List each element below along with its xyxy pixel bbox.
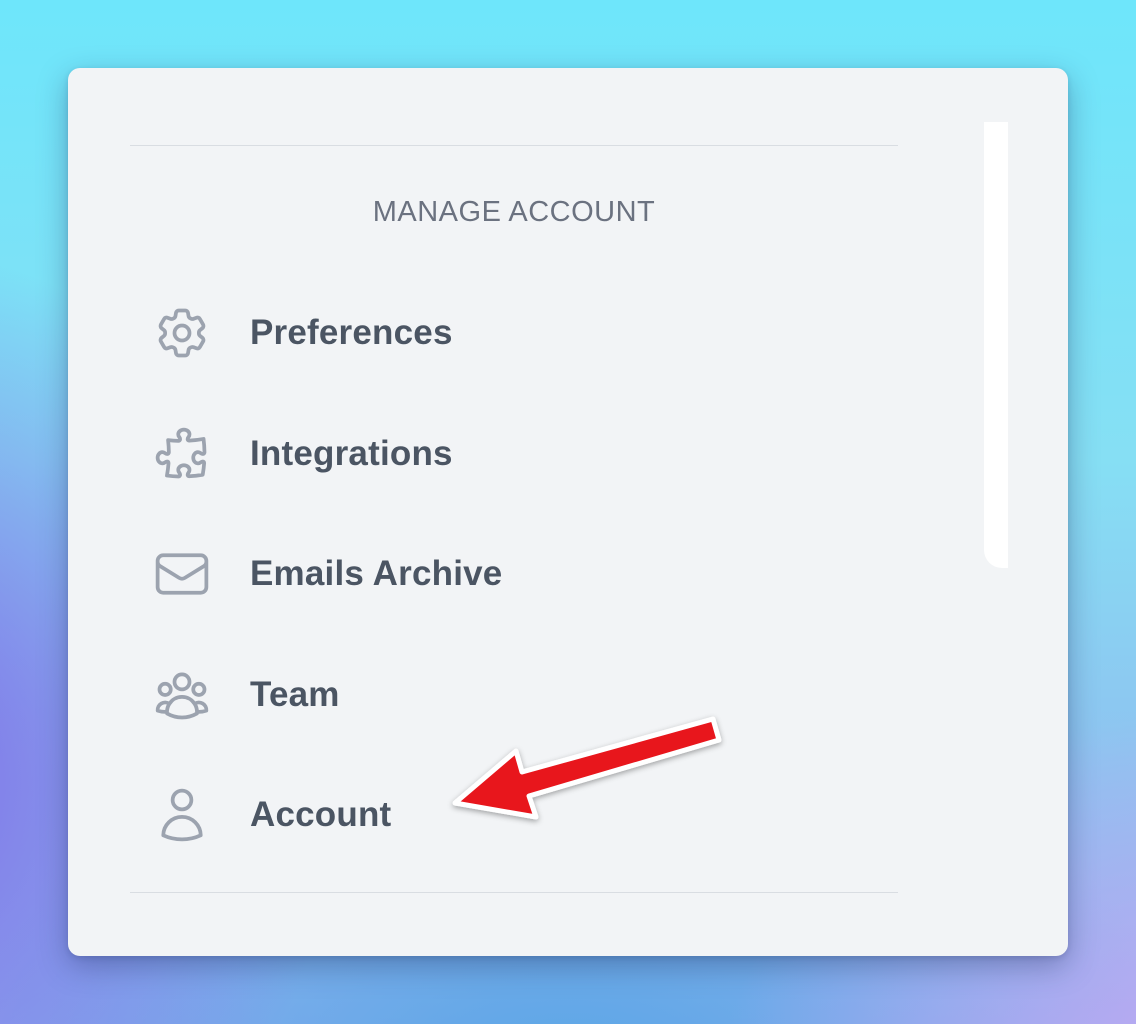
top-divider [130, 145, 898, 146]
menu-item-preferences[interactable]: Preferences [150, 298, 710, 368]
menu-item-label: Emails Archive [250, 554, 503, 593]
menu-item-label: Integrations [250, 434, 453, 473]
adjacent-panel-edge [984, 122, 1008, 568]
menu-item-label: Preferences [250, 313, 453, 352]
puzzle-icon [150, 422, 214, 486]
menu-item-label: Team [250, 675, 340, 714]
menu-item-integrations[interactable]: Integrations [150, 419, 710, 489]
envelope-icon [150, 542, 214, 606]
user-group-icon [150, 663, 214, 727]
user-icon [150, 783, 214, 847]
menu-item-emails-archive[interactable]: Emails Archive [150, 539, 710, 609]
menu-item-label: Account [250, 795, 392, 834]
menu-item-account[interactable]: Account [150, 780, 710, 850]
section-heading: MANAGE ACCOUNT [372, 196, 656, 228]
menu-item-team[interactable]: Team [150, 660, 710, 730]
bottom-divider [130, 892, 898, 893]
account-menu-panel: MANAGE ACCOUNT Preferences Integrations … [68, 68, 1068, 956]
gear-icon [150, 301, 214, 365]
